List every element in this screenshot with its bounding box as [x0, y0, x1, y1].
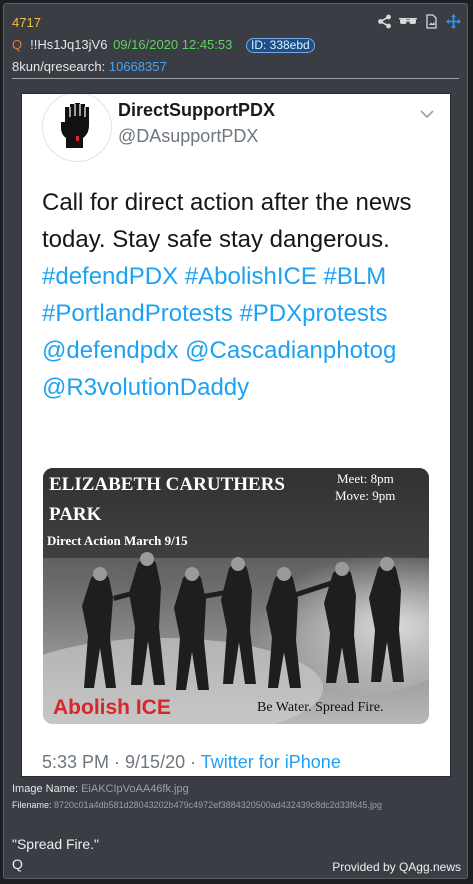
glasses-icon[interactable] [399, 14, 417, 29]
protest-photo: ELIZABETH CARUTHERS PARK Direct Action M… [43, 468, 429, 724]
tweet-timestamp[interactable]: 5:33 PM · 9/15/20 · [42, 752, 201, 772]
tweet-screenshot[interactable]: DirectSupportPDX @DAsupportPDX Call for … [22, 94, 450, 776]
post-meta: Q !!Hs1Jq13jV6 09/16/2020 12:45:53 ID: 33… [12, 37, 315, 53]
tripcode: !!Hs1Jq13jV6 [30, 37, 108, 52]
photo-title-line2: PARK [49, 504, 102, 525]
post-toolbar [377, 14, 461, 29]
share-icon[interactable] [377, 14, 392, 29]
photo-slogan: Be Water. Spread Fire. [257, 700, 384, 715]
image-file-icon[interactable] [424, 14, 439, 29]
chevron-down-icon[interactable] [420, 106, 434, 124]
image-name-label: Image Name: [12, 783, 79, 795]
post-datetime: 09/16/2020 12:45:53 [113, 37, 233, 52]
id-badge[interactable]: ID: 338ebd [245, 38, 315, 53]
thread-link[interactable]: 10668357 [109, 59, 167, 74]
photo-abolish-ice: Abolish ICE [53, 696, 171, 719]
image-name-line: Image Name: EiAKCIpVoAA46fk.jpg [12, 783, 189, 795]
photo-title-line1: ELIZABETH CARUTHERS [49, 474, 285, 495]
post-signature: Q [12, 856, 23, 872]
photo-move-time: Move: 9pm [335, 488, 395, 503]
post-number[interactable]: 4717 [12, 15, 41, 30]
tweet-photo[interactable]: ELIZABETH CARUTHERS PARK Direct Action M… [43, 468, 429, 724]
tweet-footer: 5:33 PM · 9/15/20 · Twitter for iPhone [42, 752, 341, 773]
tweet-handle[interactable]: @DAsupportPDX [118, 126, 258, 147]
divider [12, 78, 459, 79]
board-line: 8kun/qresearch: 10668357 [12, 59, 167, 74]
filename-line: Filename: 8720c01a4db581d28043202b479c49… [12, 800, 382, 810]
move-icon[interactable] [446, 14, 461, 29]
photo-subtitle: Direct Action March 9/15 [47, 533, 188, 548]
tweet-source[interactable]: Twitter for iPhone [201, 752, 341, 772]
filename-label: Filename: [12, 800, 52, 810]
board-label: 8kun/qresearch: [12, 59, 106, 74]
raised-fist-icon [61, 103, 89, 148]
filename-value[interactable]: 8720c01a4db581d28043202b479c4972ef388432… [54, 800, 382, 810]
tweet-display-name[interactable]: DirectSupportPDX [118, 100, 275, 121]
post-card: 4717 Q !!Hs1Jq13jV6 09/16/2020 12:45:53 I… [3, 3, 468, 879]
post-message: "Spread Fire." [12, 836, 99, 852]
tweet-hashtags-mentions[interactable]: #defendPDX #AbolishICE #BLM #PortlandPro… [42, 263, 396, 401]
photo-meet-time: Meet: 8pm [337, 471, 394, 486]
image-name-value[interactable]: EiAKCIpVoAA46fk.jpg [81, 783, 189, 795]
avatar [42, 94, 112, 162]
author-name: Q [12, 37, 23, 52]
tweet-body: Call for direct action after the news to… [42, 189, 412, 253]
tweet-text: Call for direct action after the news to… [42, 184, 437, 406]
provider-credit[interactable]: Provided by QAgg.news [332, 860, 461, 874]
